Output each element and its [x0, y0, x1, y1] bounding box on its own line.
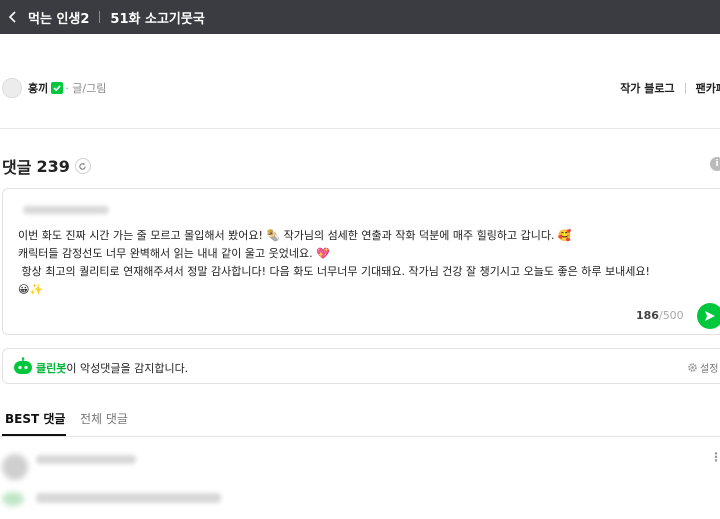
settings-label: 설정: [700, 364, 719, 375]
comments-header: 댓글 239: [2, 154, 91, 178]
author-blog-link[interactable]: 작가 블로그: [620, 80, 674, 96]
author-role: · 글/그림: [65, 82, 107, 95]
char-max: 500: [662, 309, 684, 322]
blurred-badge: [2, 492, 24, 506]
comments-title: 댓글: [2, 158, 32, 177]
tabs-divider: [0, 436, 720, 437]
info-icon[interactable]: i: [710, 157, 720, 171]
episode-title: 51화 소고기뭇국: [110, 11, 205, 27]
author-name[interactable]: 홍끼: [28, 80, 48, 96]
cleanbot-message: 클린봇이 악성댓글을 감지합니다.: [36, 360, 188, 376]
cleanbot-notice: 클린봇이 악성댓글을 감지합니다. 설정: [2, 348, 720, 384]
blurred-commenter-avatar: [2, 454, 28, 480]
comment-textarea[interactable]: 이번 화도 진짜 시간 가는 줄 모르고 몰입해서 봤어요! 🌯 작가님의 섬세…: [18, 227, 718, 299]
send-icon: [705, 311, 715, 321]
author-links: 작가 블로그 팬카페: [620, 80, 720, 96]
refresh-icon[interactable]: [74, 158, 91, 174]
blurred-comment-text: [36, 493, 221, 503]
cleanbot-icon: [14, 357, 32, 374]
chevron-left-icon[interactable]: [0, 0, 26, 34]
cleanbot-brand[interactable]: 클린봇: [36, 362, 66, 375]
character-counter: 186/500: [636, 309, 684, 322]
tab-all-comments[interactable]: 전체 댓글: [80, 410, 128, 427]
link-divider: [684, 82, 686, 94]
fan-cafe-link[interactable]: 팬카페: [696, 80, 720, 96]
comment-tabs: BEST 댓글 전체 댓글: [0, 402, 720, 437]
comment-input-box[interactable]: 이번 화도 진짜 시간 가는 줄 모르고 몰입해서 봤어요! 🌯 작가님의 섬세…: [2, 188, 720, 335]
blurred-username: [23, 206, 109, 214]
cleanbot-text: 이 악성댓글을 감지합니다.: [66, 362, 189, 375]
gear-icon: [688, 363, 697, 372]
comments-count: 239: [36, 156, 70, 176]
series-title[interactable]: 먹는 인생2: [28, 8, 89, 27]
verified-check-icon: [51, 82, 64, 94]
top-navigation-bar: 먹는 인생2 51화 소고기뭇국: [0, 0, 720, 34]
section-divider: [0, 128, 720, 129]
tab-best-comments[interactable]: BEST 댓글: [5, 410, 65, 427]
title-divider: [99, 11, 101, 23]
author-avatar[interactable]: [2, 78, 22, 98]
cleanbot-settings-button[interactable]: 설정: [687, 360, 718, 375]
char-count: 186: [636, 309, 659, 322]
blurred-commenter-name: [36, 455, 136, 464]
author-info: 홍끼 · 글/그림 작가 블로그 팬카페: [0, 76, 720, 100]
send-button[interactable]: [697, 303, 720, 329]
more-options-icon[interactable]: ⋮: [710, 450, 720, 464]
